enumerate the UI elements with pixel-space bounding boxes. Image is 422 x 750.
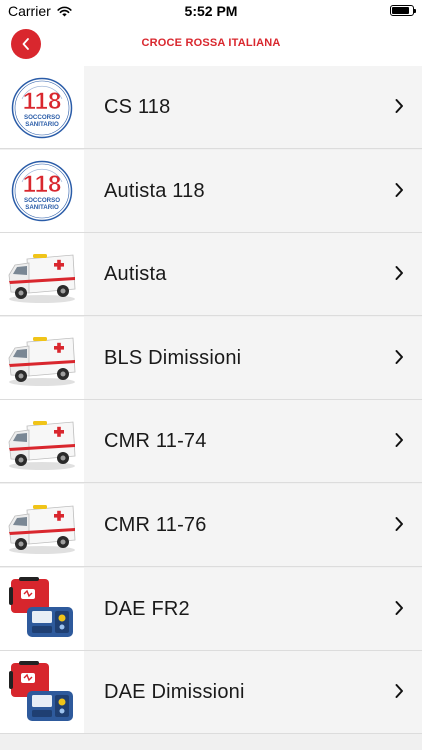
chevron-right-icon bbox=[395, 182, 403, 197]
logo-118-icon: 118 SOCCORSO SANITARIO bbox=[11, 77, 73, 138]
thumbnail-separator bbox=[0, 733, 84, 735]
list-item-body: Autista 118 bbox=[84, 149, 422, 233]
ambulance-icon bbox=[8, 420, 76, 470]
list-item-label: CMR 11-76 bbox=[104, 514, 207, 536]
list-item[interactable]: DAE Dimissioni bbox=[0, 651, 422, 735]
chevron-right-icon bbox=[395, 99, 403, 113]
defibrillator-icon bbox=[9, 660, 73, 721]
defibrillator-icon bbox=[9, 577, 73, 638]
chevron-right-icon bbox=[395, 684, 403, 699]
list-item-thumbnail bbox=[0, 567, 84, 651]
status-bar: Carrier 5:52 PM bbox=[0, 0, 422, 22]
list-item[interactable]: CMR 11-76 bbox=[0, 484, 422, 567]
list-item[interactable]: CMR 11-74 bbox=[0, 400, 422, 484]
chevron-right-icon bbox=[395, 433, 403, 448]
battery-fill bbox=[392, 7, 409, 14]
svg-text:SOCCORSO: SOCCORSO bbox=[24, 197, 60, 204]
list-item[interactable]: 118 SOCCORSO SANITARIO Autista 118 bbox=[0, 149, 422, 233]
list-item-thumbnail bbox=[0, 233, 84, 317]
list-item[interactable]: BLS Dimissioni bbox=[0, 316, 422, 400]
list-item-body: CMR 11-74 bbox=[84, 400, 422, 484]
chevron-right-icon bbox=[395, 266, 403, 281]
status-time: 5:52 PM bbox=[184, 3, 238, 19]
list-item-label: BLS Dimissioni bbox=[104, 346, 242, 369]
list-item-thumbnail bbox=[0, 651, 84, 735]
svg-text:SANITARIO: SANITARIO bbox=[25, 121, 59, 128]
list-item[interactable]: DAE FR2 bbox=[0, 567, 422, 651]
svg-text:SOCCORSO: SOCCORSO bbox=[24, 114, 60, 121]
page-title: CROCE ROSSA ITALIANA bbox=[141, 37, 281, 49]
logo-118-icon: 118 SOCCORSO SANITARIO bbox=[11, 160, 73, 222]
list-item-label: Autista 118 bbox=[104, 179, 205, 202]
list-item-thumbnail: 118 SOCCORSO SANITARIO bbox=[0, 149, 84, 233]
list-item-body: CMR 11-76 bbox=[84, 484, 422, 567]
chevron-right-icon bbox=[395, 517, 403, 531]
list-item-label: CS 118 bbox=[104, 96, 171, 118]
list-item-body: Autista bbox=[84, 233, 422, 317]
list-item[interactable]: 118 SOCCORSO SANITARIO CS 118 bbox=[0, 66, 422, 149]
list-item-thumbnail bbox=[0, 400, 84, 484]
list-item-label: DAE Dimissioni bbox=[104, 681, 245, 704]
nav-header: CROCE ROSSA ITALIANA bbox=[0, 22, 422, 66]
svg-text:SANITARIO: SANITARIO bbox=[25, 204, 59, 211]
list-item-body: CS 118 bbox=[84, 66, 422, 149]
list-item-thumbnail: 118 SOCCORSO SANITARIO bbox=[0, 66, 84, 149]
ambulance-icon bbox=[8, 337, 76, 387]
list-item-body: DAE Dimissioni bbox=[84, 651, 422, 735]
list-item[interactable]: Autista bbox=[0, 233, 422, 317]
ambulance-icon bbox=[8, 253, 76, 303]
battery-icon bbox=[390, 5, 416, 16]
svg-text:118: 118 bbox=[23, 88, 62, 115]
list-item-thumbnail bbox=[0, 484, 84, 567]
list-item-body: DAE FR2 bbox=[84, 567, 422, 651]
list-item-label: Autista bbox=[104, 263, 167, 286]
list-item-thumbnail bbox=[0, 316, 84, 400]
chevron-right-icon bbox=[395, 600, 403, 615]
ambulance-icon bbox=[8, 504, 76, 554]
list-item-body: BLS Dimissioni bbox=[84, 316, 422, 400]
course-list: 118 SOCCORSO SANITARIO CS 118 118 SOCCOR… bbox=[0, 66, 422, 750]
chevron-right-icon bbox=[395, 349, 403, 364]
svg-text:118: 118 bbox=[23, 171, 62, 198]
list-item-label: CMR 11-74 bbox=[104, 430, 207, 453]
list-item-label: DAE FR2 bbox=[104, 597, 190, 620]
